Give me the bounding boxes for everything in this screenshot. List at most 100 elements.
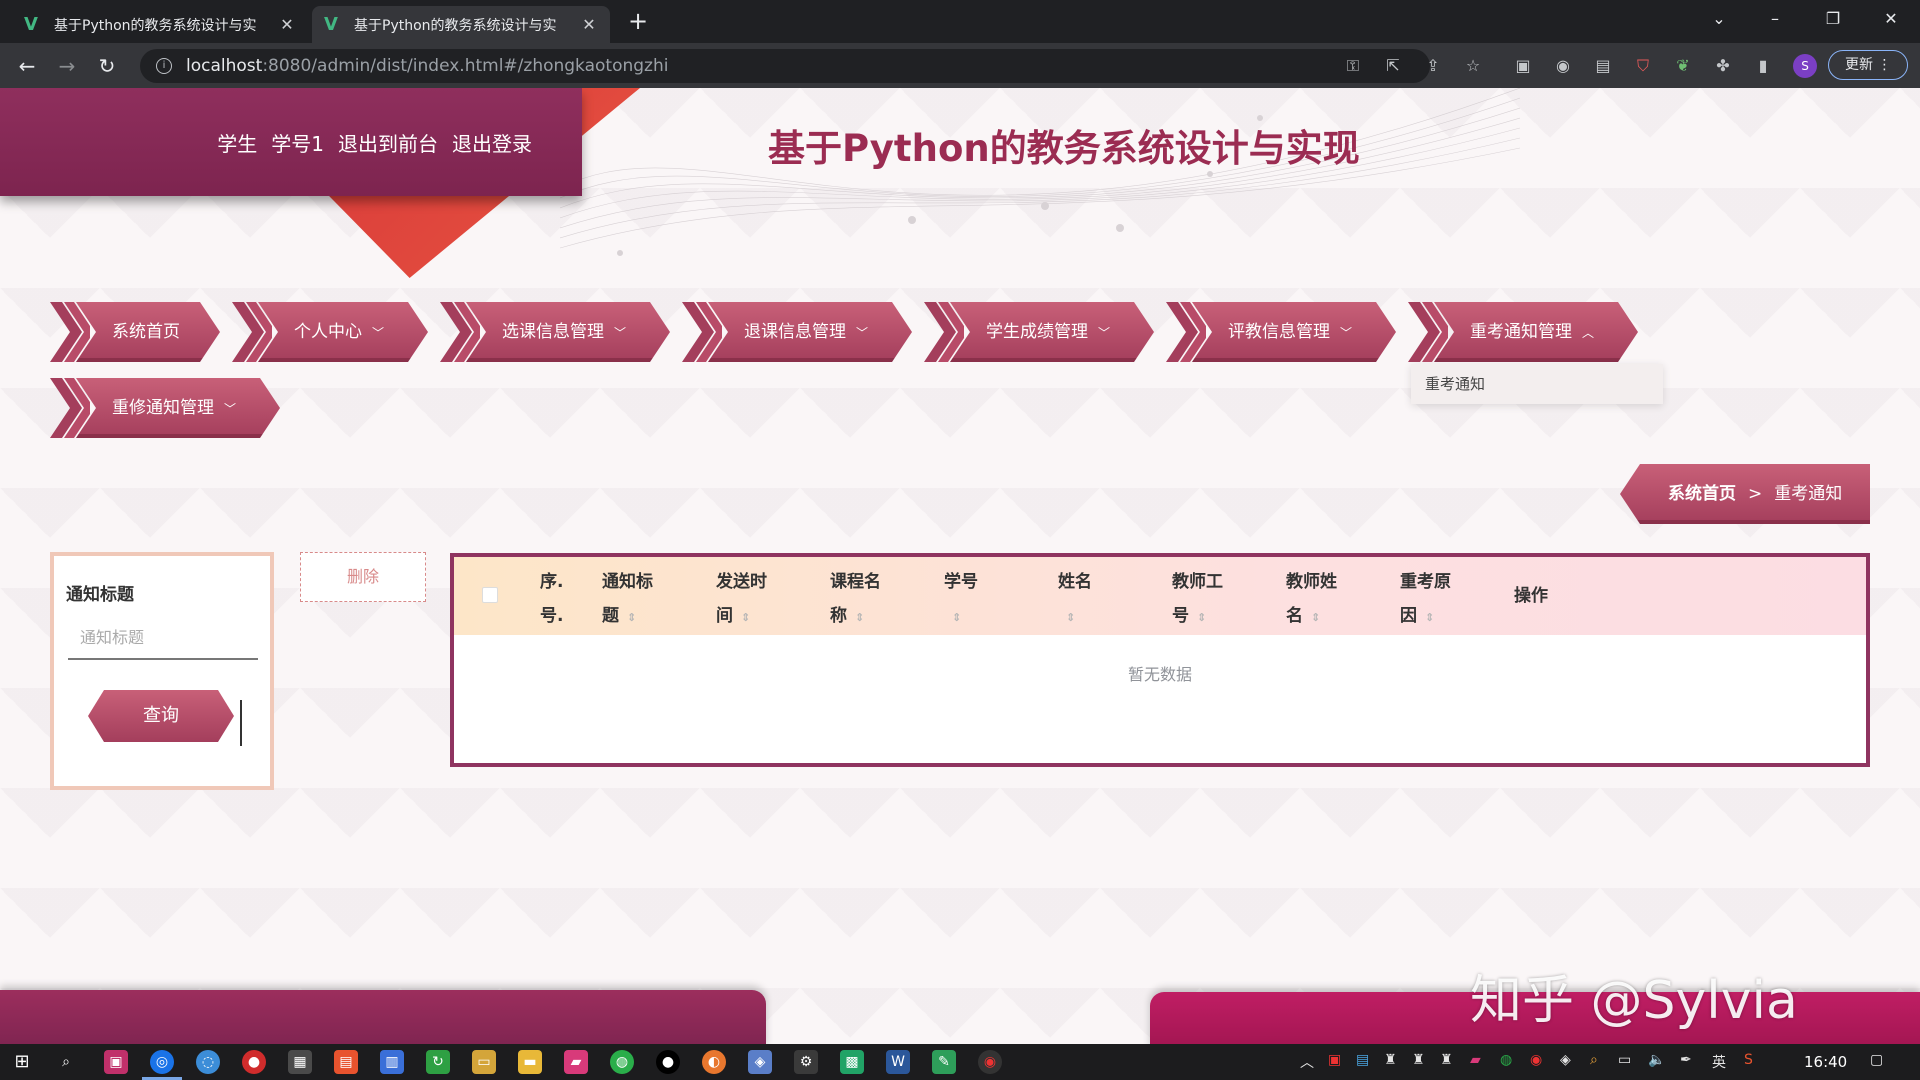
settings-app-icon[interactable]: ⚙ [794,1050,818,1074]
camera-icon[interactable]: ◉ [1552,55,1574,77]
open-external-icon[interactable]: ⇱ [1382,55,1404,77]
refresh-app-icon[interactable]: ↻ [426,1050,450,1074]
forward-icon[interactable]: → [52,51,82,81]
pen-icon[interactable]: ✒ [1680,1052,1692,1068]
sort-icon: ⇕ [855,611,865,624]
browser-tab-1[interactable]: V 基于Python的教务系统设计与实 ✕ [12,6,308,43]
firefox-icon[interactable]: ◐ [702,1050,726,1074]
word-icon[interactable]: W [886,1050,910,1074]
app-blue-icon[interactable]: ▥ [380,1050,404,1074]
app-screen-icon[interactable]: ▦ [288,1050,312,1074]
select-all-checkbox[interactable] [482,587,498,603]
nav-course-selection[interactable]: 选课信息管理 ﹀ [440,302,670,362]
tray-qq-icon[interactable]: ♜ [1384,1052,1397,1068]
breadcrumb-home[interactable]: 系统首页 [1668,484,1736,504]
folder-app-icon[interactable]: ▭ [472,1050,496,1074]
logout-link[interactable]: 退出登录 [452,128,532,157]
tray-qq2-icon[interactable]: ♜ [1412,1052,1425,1068]
chevron-up-icon: ︿ [1582,326,1595,340]
close-tab-icon[interactable]: ✕ [580,15,598,34]
star-icon[interactable]: ☆ [1462,55,1484,77]
tray-sogou-icon[interactable]: S [1744,1052,1753,1068]
app-pink-icon[interactable]: ▰ [564,1050,588,1074]
app-black-icon[interactable]: ● [656,1050,680,1074]
tray-record-icon[interactable]: ◉ [1530,1052,1542,1068]
url-text[interactable]: localhost:8080/admin/dist/index.html#/zh… [186,56,668,76]
address-bar[interactable]: i localhost:8080/admin/dist/index.html#/… [140,49,1430,83]
shield-icon[interactable]: ⛉ [1632,55,1654,77]
col-course-name[interactable]: 课程名称 ⇕ [830,565,881,635]
tray-search-icon[interactable]: ⌕ [1590,1052,1598,1068]
exit-to-front-link[interactable]: 退出到前台 [338,128,438,157]
search-icon[interactable]: ⌕ [54,1050,78,1074]
col-teacher-name[interactable]: 教师姓名 ⇕ [1286,565,1337,635]
tray-network-app-icon[interactable]: ◈ [1560,1052,1571,1068]
sort-icon: ⇕ [952,611,962,624]
update-button[interactable]: 更新 ⋮ [1828,50,1908,80]
windows-start-icon[interactable]: ⊞ [10,1050,34,1074]
leaf-icon[interactable]: ❦ [1672,55,1694,77]
tab-search-icon[interactable]: ⌄ [1696,0,1742,38]
close-tab-icon[interactable]: ✕ [278,15,296,34]
app-1-icon[interactable]: ▣ [104,1050,128,1074]
nav-home[interactable]: 系统首页 [50,302,220,362]
browser-tab-2[interactable]: V 基于Python的教务系统设计与实 ✕ [312,6,610,43]
new-tab-button[interactable]: + [622,6,654,38]
tray-app-3-icon[interactable]: ▰ [1470,1052,1481,1068]
nav-personal-center[interactable]: 个人中心 ﹀ [232,302,428,362]
query-button[interactable]: 查询 [88,690,234,742]
record-icon[interactable]: ● [242,1050,266,1074]
nav-course-drop[interactable]: 退课信息管理 ﹀ [682,302,912,362]
wechat-icon[interactable]: ◍ [610,1050,634,1074]
puzzle-icon[interactable]: ✤ [1712,55,1734,77]
nav-resit-notice[interactable]: 重修通知管理 ﹀ [50,378,280,438]
col-index[interactable]: 序. 号. [540,565,563,633]
col-send-time[interactable]: 发送时间 ⇕ [716,565,767,635]
ime-indicator[interactable]: 英 [1712,1052,1726,1072]
footer-bar-left [0,990,766,1044]
share-icon[interactable]: ⇪ [1422,55,1444,77]
minimize-button[interactable]: – [1752,0,1798,38]
pycharm-icon[interactable]: ▩ [840,1050,864,1074]
tray-app-1-icon[interactable]: ▣ [1328,1052,1341,1068]
nav-grades[interactable]: 学生成绩管理 ﹀ [924,302,1154,362]
notification-icon[interactable]: ▢ [1870,1052,1883,1068]
file-explorer-icon[interactable]: ▬ [518,1050,542,1074]
system-clock[interactable]: 16:40 [1804,1044,1847,1080]
chrome-icon[interactable]: ◎ [150,1050,174,1074]
volume-icon[interactable]: 🔈 [1648,1052,1665,1068]
tray-app-2-icon[interactable]: ▤ [1356,1052,1369,1068]
screen-record-icon[interactable]: ◉ [978,1050,1002,1074]
tray-qq3-icon[interactable]: ♜ [1440,1052,1453,1068]
col-retake-reason[interactable]: 重考原因 ⇕ [1400,565,1451,635]
browser-icon[interactable]: ◌ [196,1050,220,1074]
delete-button[interactable]: 删除 [300,552,426,602]
notes-app-icon[interactable]: ✎ [932,1050,956,1074]
app-network-icon[interactable]: ◈ [748,1050,772,1074]
restore-button[interactable]: ❐ [1810,0,1856,38]
back-icon[interactable]: ← [12,51,42,81]
col-notice-title[interactable]: 通知标题 ⇕ [602,565,653,635]
tray-expand-icon[interactable]: ︿ [1300,1052,1314,1072]
notice-title-input[interactable] [68,616,258,660]
close-window-button[interactable]: ✕ [1868,0,1914,38]
site-info-icon[interactable]: i [156,58,172,74]
col-name[interactable]: 姓名 ⇕ [1058,565,1092,635]
sidebar-icon[interactable]: ▮ [1752,55,1774,77]
app-orange-icon[interactable]: ▤ [334,1050,358,1074]
col-teacher-id[interactable]: 教师工号 ⇕ [1172,565,1223,635]
extension-1-icon[interactable]: ▣ [1512,55,1534,77]
key-icon[interactable]: ⚿ [1342,55,1364,77]
user-name: 学号1 [271,131,324,156]
tray-wechat-icon[interactable]: ◍ [1500,1052,1512,1068]
network-icon[interactable]: ▭ [1618,1052,1631,1068]
nav-evaluation[interactable]: 评教信息管理 ﹀ [1166,302,1396,362]
profile-avatar[interactable]: S [1793,54,1817,78]
search-field-label: 通知标题 [66,585,134,605]
dropdown-item-retake-notice[interactable]: 重考通知 [1411,364,1663,404]
reload-icon[interactable]: ↻ [92,51,122,81]
user-header-bar: 学生 学号1 退出到前台 退出登录 [0,88,582,196]
image-icon[interactable]: ▤ [1592,55,1614,77]
nav-retake-notice[interactable]: 重考通知管理 ︿ [1408,302,1638,362]
col-student-id[interactable]: 学号 ⇕ [944,565,978,635]
